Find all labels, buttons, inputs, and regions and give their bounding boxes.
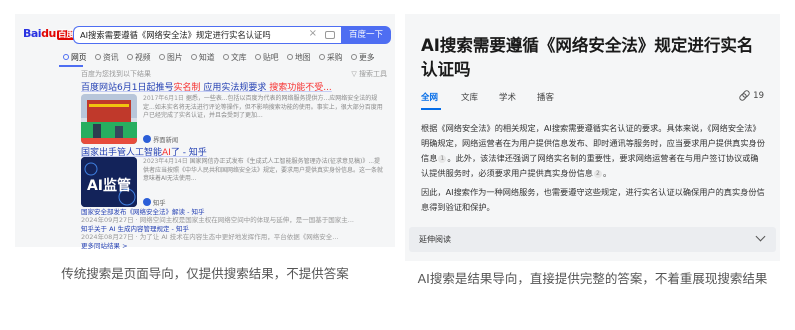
snippet-date: 2023年4月14日: [143, 158, 188, 165]
caigou-icon: [319, 54, 325, 60]
tab-images[interactable]: 图片: [159, 52, 183, 63]
wenku-icon: [223, 54, 229, 60]
active-tab-underline: [421, 108, 441, 110]
search-query[interactable]: AI搜索需要遵循《网络安全法》规定进行实名认证吗: [80, 29, 271, 41]
tab-wenku[interactable]: 文库: [223, 52, 247, 63]
baidu-logo[interactable]: Baidu 百度: [23, 27, 76, 40]
title-highlight: 搜索功能不受...: [269, 83, 332, 93]
more-results-link[interactable]: 更多同站结果 >: [81, 242, 128, 251]
link-icon: [738, 89, 752, 102]
ai-supervision-image: AI监管: [81, 157, 137, 207]
answer-title: AI搜索需要遵循《网络安全法》规定进行实名认证吗: [421, 36, 754, 79]
paragraph-text: 。: [602, 168, 612, 178]
title-highlight: AI: [162, 148, 171, 158]
image-icon: [159, 54, 165, 60]
citation-badge[interactable]: 2: [593, 170, 602, 178]
snippet-date: 2017年6月1日: [143, 95, 184, 102]
result-snippet-1: 2017年6月1日 据悉，一些表...包括以百度为代表的网络服务提供方...应网…: [143, 95, 383, 121]
tab-news[interactable]: 资讯: [95, 52, 119, 63]
reference-count[interactable]: 19: [738, 89, 764, 102]
search-tools-label: 搜索工具: [359, 70, 387, 78]
tab-label: 文库: [231, 53, 247, 62]
baidu-top-bar: Baidu 百度 AI搜索需要遵循《网络安全法》规定进行实名认证吗 × 百度一下: [23, 26, 395, 44]
tab-label: 贴吧: [263, 53, 279, 62]
ai-answer-screenshot: AI搜索需要遵循《网络安全法》规定进行实名认证吗 全网 文库 学术 播客 19 …: [405, 14, 780, 261]
stadium-photo: [81, 94, 137, 144]
title-text: 应用实法规要求: [200, 83, 270, 93]
tab-tieba[interactable]: 贴吧: [255, 52, 279, 63]
video-icon: [127, 54, 133, 60]
map-icon: [287, 54, 293, 60]
citation-badge[interactable]: 1: [438, 155, 447, 163]
search-button[interactable]: 百度一下: [341, 26, 391, 44]
tab-video[interactable]: 视频: [127, 52, 151, 63]
search-tabs: 网页 资讯 视频 图片 知道 文库 贴吧 地图 采购 更多: [59, 52, 389, 64]
result-source-1[interactable]: 界面新闻: [143, 135, 178, 144]
more-results-label[interactable]: 更多同站结果 >: [81, 242, 128, 250]
extra-title[interactable]: 知乎关于 AI 生成内容管理规定 - 知乎: [81, 225, 189, 233]
source-logo: [143, 135, 151, 143]
tab-caigou[interactable]: 采购: [319, 52, 343, 63]
logo-part1: Bai: [23, 27, 42, 40]
reference-count-value: 19: [753, 91, 764, 101]
search-tools[interactable]: ▽ 搜索工具: [351, 69, 387, 79]
tab-label: 图片: [167, 53, 183, 62]
paragraph-text: 。此外，该法律还强调了网络实名制的重要性，要求网络运营者在与用户签订协议或确认提…: [421, 153, 759, 178]
tab-map[interactable]: 地图: [287, 52, 311, 63]
extra-meta-1: 2024年09月27日 · 网络空间主权是国家主权在网络空间中的体现与延伸，是一…: [81, 216, 354, 224]
title-text: 了 - 知乎: [170, 148, 207, 158]
source-name: 界面新闻: [153, 137, 179, 144]
zhidao-icon: [191, 54, 197, 60]
tab-label: 网页: [71, 53, 87, 62]
result-source-2[interactable]: 知乎: [143, 198, 166, 207]
left-caption: 传统搜索是页面导向，仅提供搜索结果，不提供答案: [61, 266, 349, 281]
tab-label: 采购: [327, 53, 343, 62]
result-thumbnail-1[interactable]: [81, 94, 137, 144]
tab-label: 更多: [359, 53, 375, 62]
title-text: 百度网站6月1日起推号: [81, 83, 174, 93]
result-snippet-2: 2023年4月14日 国家网信办正式发布《生成式人工智能服务管理办法(征求意见稿…: [143, 158, 383, 184]
extra-meta-2: 2024年08月27日 · 为了让 AI 技术在内容生态中更好地发挥作用，平台依…: [81, 233, 339, 241]
tab-podcast[interactable]: 播客: [537, 91, 554, 103]
tab-label: 资讯: [103, 53, 119, 62]
tab-label: 地图: [295, 53, 311, 62]
extended-reading-bar[interactable]: 延伸阅读: [409, 227, 776, 252]
tieba-icon: [255, 54, 261, 60]
web-icon: [63, 54, 69, 60]
more-icon: [351, 54, 357, 60]
close-icon[interactable]: ×: [309, 28, 317, 39]
camera-icon[interactable]: [325, 31, 335, 39]
logo-part2: du: [41, 27, 56, 40]
source-name: 知乎: [153, 200, 166, 207]
result-thumbnail-2[interactable]: AI监管: [81, 157, 137, 207]
extended-reading-label: 延伸阅读: [419, 235, 451, 244]
active-tab-underline: [59, 65, 83, 67]
tab-all-web[interactable]: 全网: [421, 91, 438, 103]
result-title-1[interactable]: 百度网站6月1日起推号实名制 应用实法规要求 搜索功能不受...: [81, 80, 332, 93]
filter-icon: ▽: [351, 70, 359, 78]
tab-academic[interactable]: 学术: [499, 91, 516, 103]
search-input[interactable]: AI搜索需要遵循《网络安全法》规定进行实名认证吗 ×: [73, 26, 341, 44]
zhihu-logo: [143, 198, 151, 206]
news-icon: [95, 54, 101, 60]
tab-label: 知道: [199, 53, 215, 62]
title-highlight: 实名制: [173, 83, 201, 93]
tab-zhidao[interactable]: 知道: [191, 52, 215, 63]
extra-title[interactable]: 国家安全部发布《网络安全法》解读 - 知乎: [81, 208, 204, 216]
tab-more[interactable]: 更多: [351, 52, 375, 63]
tab-wenku[interactable]: 文库: [461, 91, 478, 103]
tab-label: 视频: [135, 53, 151, 62]
right-caption: AI搜索是结果导向，直接提供完整的答案，不着重展现搜索结果: [417, 271, 768, 286]
answer-paragraph-2: 因此，AI搜索作为一种网络服务，也需要遵守这些规定，进行实名认证以确保用户的真实…: [421, 187, 765, 212]
source-tabs: 全网 文库 学术 播客: [421, 91, 766, 107]
ai-supervision-image-text: AI监管: [87, 177, 131, 194]
chevron-down-icon: [755, 231, 766, 242]
answer-paragraph-1: 根据《网络安全法》的相关规定，AI搜索需要遵循实名认证的要求。具体来说，《网络安…: [421, 121, 766, 181]
result-count-hint: 百度为您找到以下结果: [81, 70, 151, 78]
baidu-results-screenshot: Baidu 百度 AI搜索需要遵循《网络安全法》规定进行实名认证吗 × 百度一下 …: [15, 14, 395, 250]
tab-web[interactable]: 网页: [63, 52, 87, 63]
